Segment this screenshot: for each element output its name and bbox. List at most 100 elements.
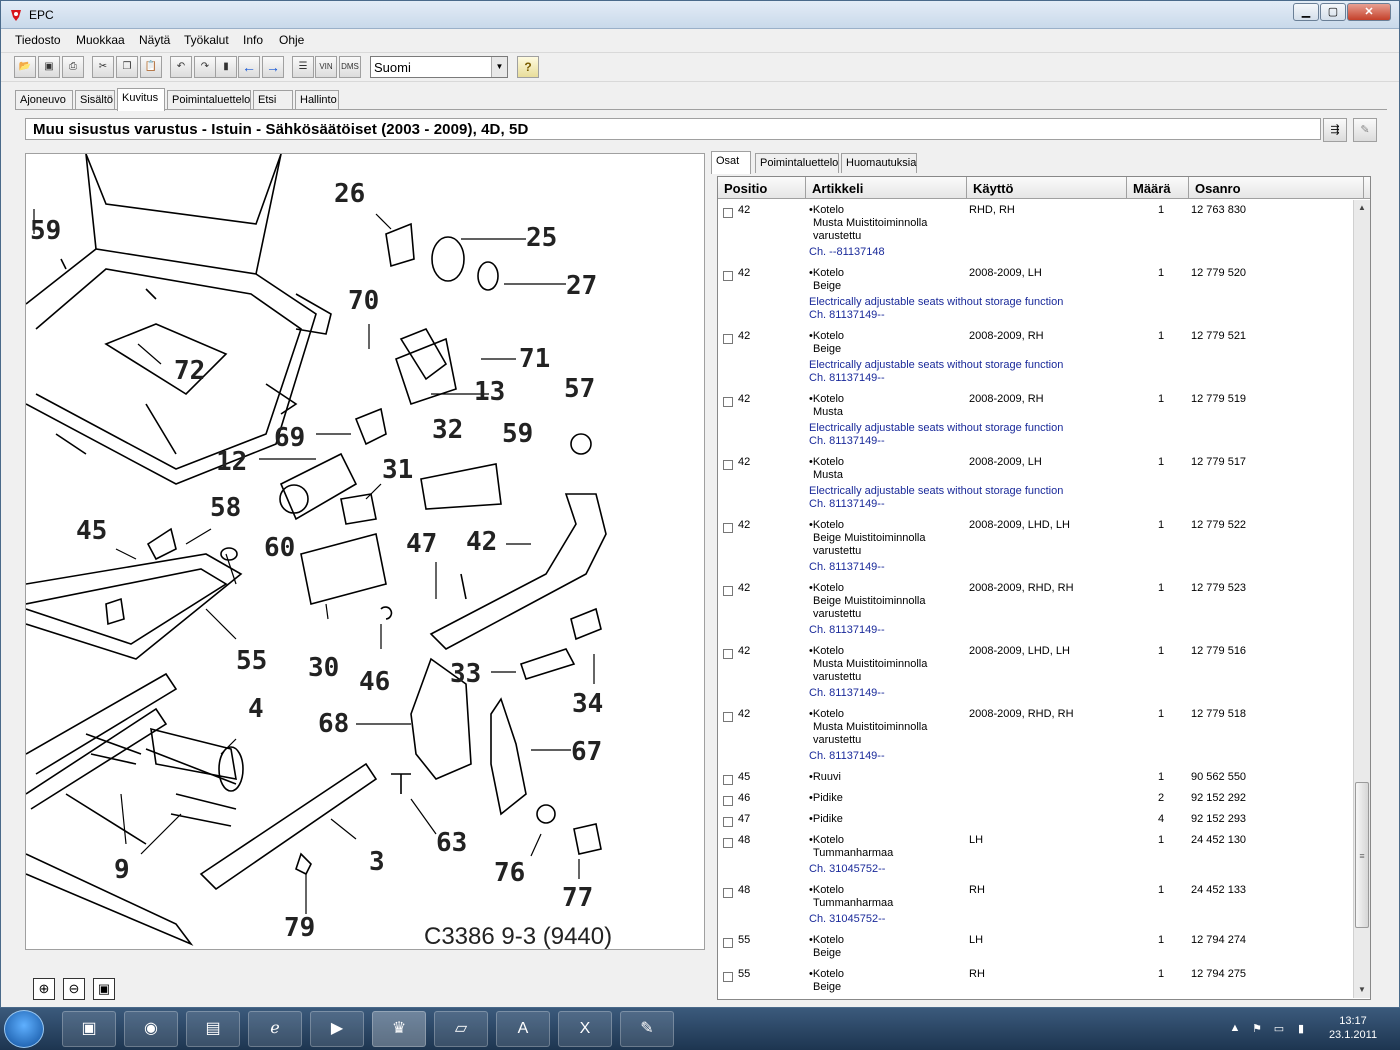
menu-muokkaa[interactable]: Muokkaa [76, 33, 125, 47]
callout-59[interactable]: 59 [502, 419, 533, 449]
tray-signal-icon[interactable]: ▮ [1294, 1022, 1308, 1036]
callout-32[interactable]: 32 [432, 415, 463, 445]
scroll-up-icon[interactable]: ▲ [1354, 200, 1370, 216]
callout-47[interactable]: 47 [406, 529, 437, 559]
callout-42[interactable]: 42 [466, 527, 497, 557]
callout-12[interactable]: 12 [216, 447, 247, 477]
row-checkbox[interactable] [723, 938, 733, 948]
table-scrollbar[interactable]: ▲ ≡ ▼ [1353, 200, 1370, 998]
column-artikkeli[interactable]: Artikkeli [806, 177, 967, 199]
row-checkbox[interactable] [723, 334, 733, 344]
menu-ohje[interactable]: Ohje [279, 33, 304, 47]
redo-icon[interactable]: ↷ [194, 56, 216, 78]
taskbar-app-epc[interactable]: ♛ [372, 1011, 426, 1047]
column-kaytto[interactable]: Käyttö [967, 177, 1127, 199]
parts-list-icon[interactable]: ☰ [292, 56, 314, 78]
callout-34[interactable]: 34 [572, 689, 603, 719]
row-checkbox[interactable] [723, 271, 733, 281]
close-button[interactable]: ✕ [1347, 3, 1391, 21]
open-icon[interactable]: 📂 [14, 56, 36, 78]
dms-button[interactable]: DMS [339, 56, 361, 78]
row-checkbox[interactable] [723, 397, 733, 407]
tab-huomautuksia[interactable]: Huomautuksia [841, 153, 917, 173]
row-checkbox[interactable] [723, 838, 733, 848]
callout-31[interactable]: 31 [382, 455, 413, 485]
zoom-out-icon[interactable]: ⊖ [63, 978, 85, 1000]
row-checkbox[interactable] [723, 586, 733, 596]
callout-72[interactable]: 72 [174, 356, 205, 386]
callout-76[interactable]: 76 [494, 858, 525, 888]
callout-55[interactable]: 55 [236, 646, 267, 676]
row-checkbox[interactable] [723, 460, 733, 470]
undo-icon[interactable]: ↶ [170, 56, 192, 78]
callout-46[interactable]: 46 [359, 667, 390, 697]
taskbar-app-cmd[interactable]: ▣ [62, 1011, 116, 1047]
callout-63[interactable]: 63 [436, 828, 467, 858]
taskbar-app-explorer[interactable]: ▤ [186, 1011, 240, 1047]
vin-button[interactable]: VIN [315, 56, 337, 78]
callout-71[interactable]: 71 [519, 344, 550, 374]
callout-9[interactable]: 9 [114, 855, 130, 885]
fit-page-icon[interactable]: ▣ [93, 978, 115, 1000]
callout-13[interactable]: 13 [474, 377, 505, 407]
callout-60[interactable]: 60 [264, 533, 295, 563]
taskbar-app-excel[interactable]: X [558, 1011, 612, 1047]
paste-icon[interactable]: 📋 [140, 56, 162, 78]
tab-ajoneuvo[interactable]: Ajoneuvo [15, 90, 73, 110]
menu-tiedosto[interactable]: Tiedosto [15, 33, 61, 47]
taskbar-clock[interactable]: 13:17 23.1.2011 [1318, 1014, 1388, 1042]
help-button[interactable]: ? [517, 56, 539, 78]
callout-79[interactable]: 79 [284, 913, 315, 943]
callout-4[interactable]: 4 [248, 694, 264, 724]
edit-note-button[interactable]: ✎ [1353, 118, 1377, 142]
add-to-list-button[interactable]: ⇶ [1323, 118, 1347, 142]
callout-69[interactable]: 69 [274, 423, 305, 453]
callout-45[interactable]: 45 [76, 516, 107, 546]
row-checkbox[interactable] [723, 817, 733, 827]
tab-poimintaluettelo-list[interactable]: Poimintaluettelo [755, 153, 839, 173]
taskbar-app-word[interactable]: A [496, 1011, 550, 1047]
callout-30[interactable]: 30 [308, 653, 339, 683]
tray-flag-icon[interactable]: ⚑ [1250, 1022, 1264, 1036]
row-checkbox[interactable] [723, 775, 733, 785]
tab-etsi[interactable]: Etsi [253, 90, 293, 110]
tab-kuvitus[interactable]: Kuvitus [117, 88, 165, 111]
row-checkbox[interactable] [723, 208, 733, 218]
zoom-in-icon[interactable]: ⊕ [33, 978, 55, 1000]
callout-77[interactable]: 77 [562, 883, 593, 913]
callout-26[interactable]: 26 [334, 179, 365, 209]
row-checkbox[interactable] [723, 972, 733, 982]
tray-chevron-icon[interactable]: ▲ [1228, 1022, 1242, 1036]
menu-info[interactable]: Info [243, 33, 263, 47]
column-maara[interactable]: Määrä [1127, 177, 1189, 199]
row-checkbox[interactable] [723, 523, 733, 533]
taskbar-app-media[interactable]: ▶ [310, 1011, 364, 1047]
save-icon[interactable]: ▣ [38, 56, 60, 78]
parts-illustration[interactable]: 59 26 25 27 70 72 71 13 57 69 32 59 12 31 58 45 60 47 42 55… [25, 153, 705, 950]
tray-monitor-icon[interactable]: ▭ [1272, 1022, 1286, 1036]
callout-67[interactable]: 67 [571, 737, 602, 767]
title-bar[interactable]: EPC ▁ ▢ ✕ [1, 1, 1399, 29]
cut-icon[interactable]: ✂ [92, 56, 114, 78]
callout-27[interactable]: 27 [566, 271, 597, 301]
column-positio[interactable]: Positio [718, 177, 806, 199]
start-button[interactable] [4, 1010, 44, 1048]
callout-59[interactable]: 59 [30, 216, 61, 246]
row-checkbox[interactable] [723, 796, 733, 806]
row-checkbox[interactable] [723, 649, 733, 659]
taskbar-app-notes[interactable]: ▱ [434, 1011, 488, 1047]
taskbar-app-firefox[interactable]: ◉ [124, 1011, 178, 1047]
tab-sisalto[interactable]: Sisältö [75, 90, 115, 110]
callout-70[interactable]: 70 [348, 286, 379, 316]
callout-33[interactable]: 33 [450, 659, 481, 689]
filter-icon[interactable]: ▮ [215, 56, 237, 78]
scroll-thumb[interactable]: ≡ [1355, 782, 1369, 928]
tab-hallinto[interactable]: Hallinto [295, 90, 339, 110]
minimize-button[interactable]: ▁ [1293, 3, 1319, 21]
callout-25[interactable]: 25 [526, 223, 557, 253]
callout-3[interactable]: 3 [369, 847, 385, 877]
maximize-button[interactable]: ▢ [1320, 3, 1346, 21]
tab-osat[interactable]: Osat [711, 151, 751, 174]
taskbar-app-paint[interactable]: ✎ [620, 1011, 674, 1047]
menu-nayta[interactable]: Näytä [139, 33, 170, 47]
